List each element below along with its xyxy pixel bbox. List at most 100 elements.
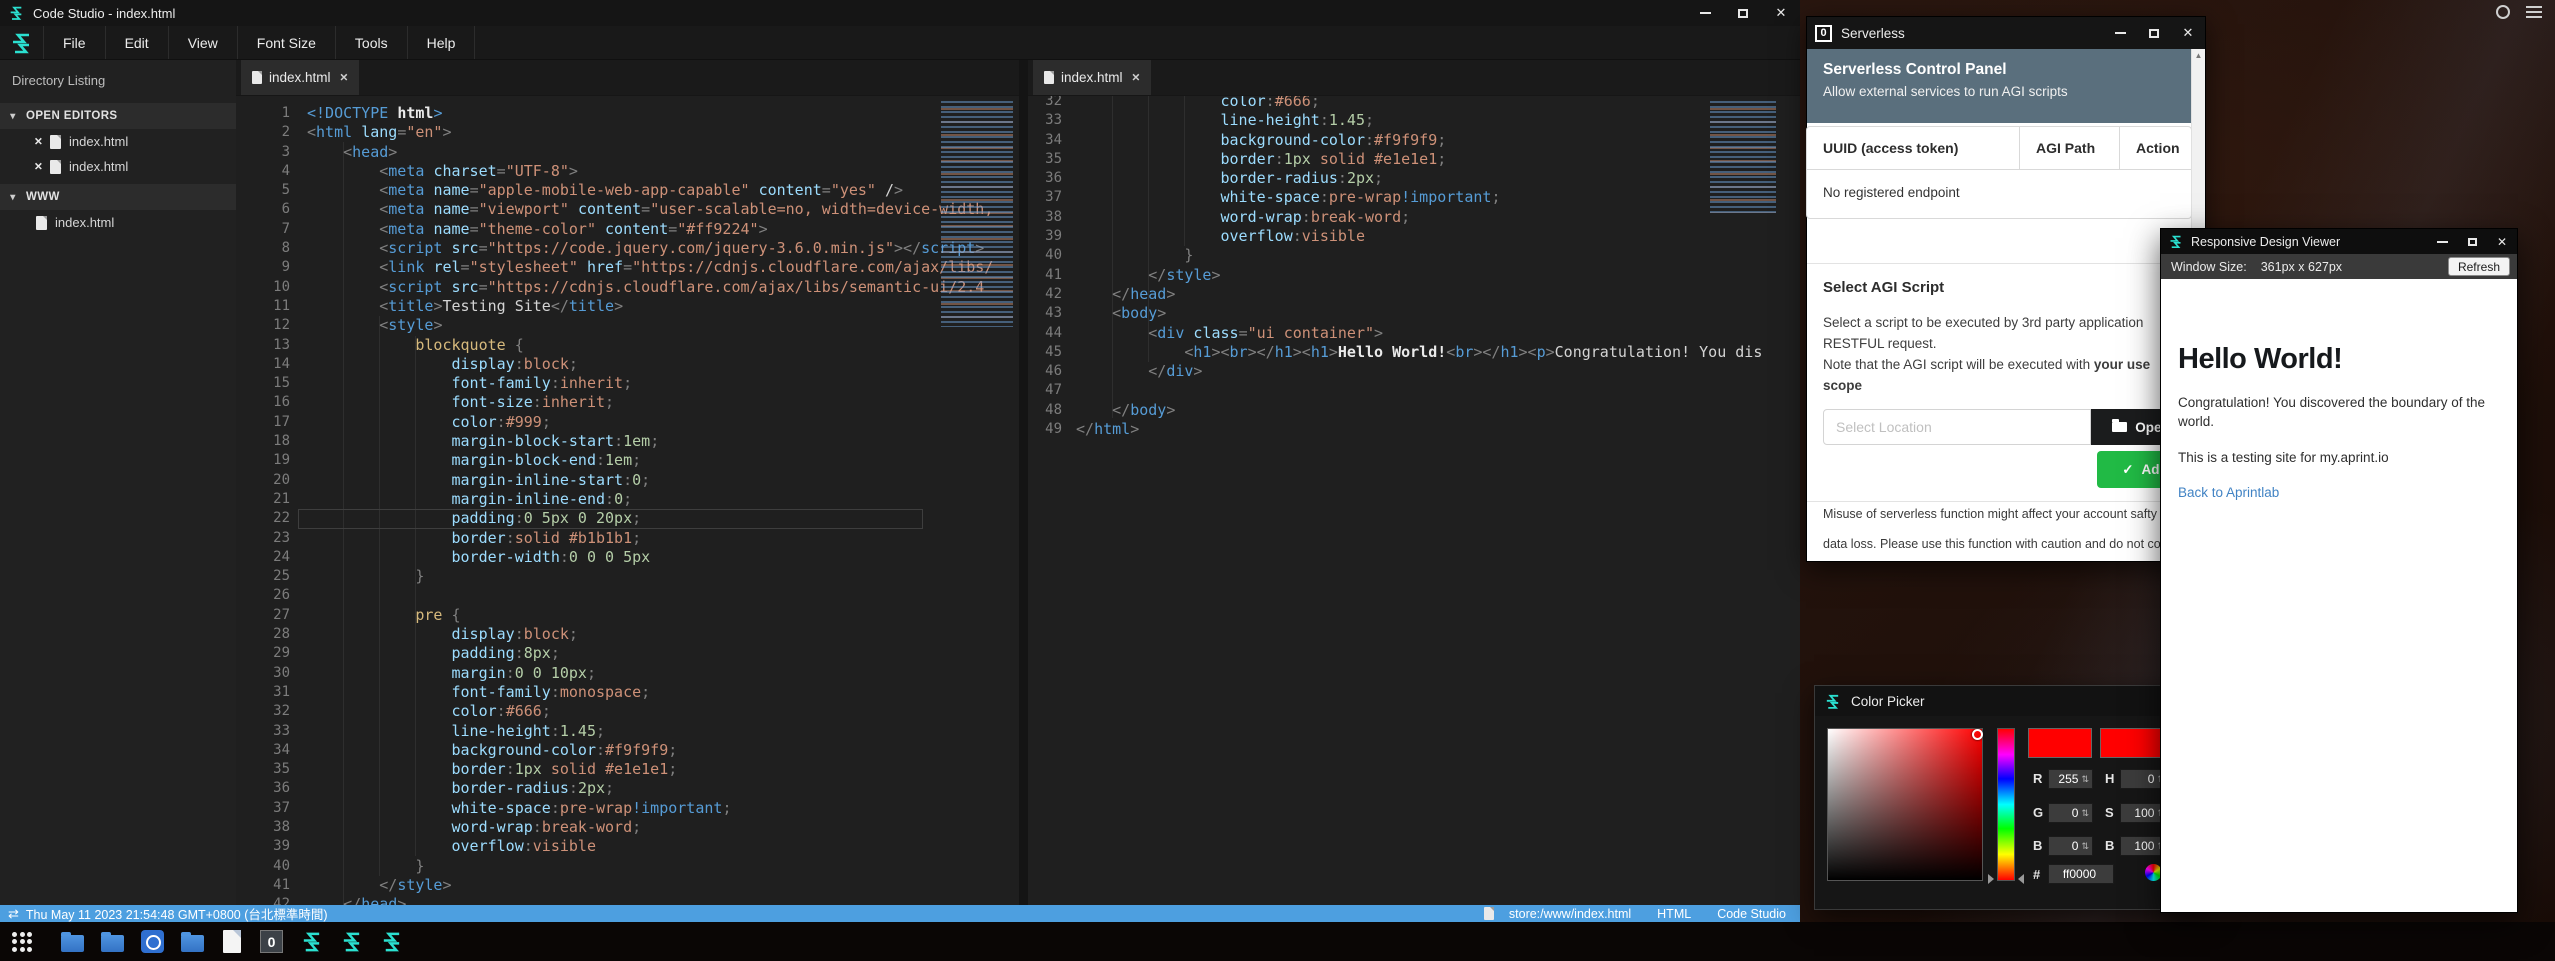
- code-line-12[interactable]: 12 <style>: [236, 316, 1019, 335]
- code-line-24[interactable]: 24 border-width:0 0 0 5px: [236, 548, 1019, 567]
- code-line-26[interactable]: 26: [236, 586, 1019, 605]
- saturation-picker[interactable]: [1827, 728, 1983, 881]
- code-line-33[interactable]: 33 line-height:1.45;: [236, 722, 1019, 741]
- code-line-25[interactable]: 25 }: [236, 567, 1019, 586]
- minimize-button[interactable]: [2103, 17, 2137, 49]
- hex-input[interactable]: ff0000: [2048, 864, 2114, 884]
- hue-slider[interactable]: [1997, 728, 2015, 881]
- code-line-49[interactable]: 49</html>: [1028, 420, 1800, 439]
- code-line-43[interactable]: 43 <body>: [1028, 304, 1800, 323]
- close-icon[interactable]: ✕: [34, 136, 50, 148]
- sidebar-item-index.html[interactable]: ✕index.html: [0, 154, 236, 179]
- code-line-40[interactable]: 40 }: [1028, 246, 1800, 265]
- code-studio-icon[interactable]: [300, 930, 323, 953]
- code-line-34[interactable]: 34 background-color:#f9f9f9;: [236, 741, 1019, 760]
- folder-icon[interactable]: [61, 935, 84, 952]
- script-location-input[interactable]: [1823, 409, 2091, 445]
- code-line-38[interactable]: 38 word-wrap:break-word;: [1028, 208, 1800, 227]
- code-line-3[interactable]: 3 <head>: [236, 143, 1019, 162]
- code-line-42[interactable]: 42 </head>: [236, 895, 1019, 905]
- code-line-6[interactable]: 6 <meta name="viewport" content="user-sc…: [236, 200, 1019, 219]
- close-icon[interactable]: ✕: [340, 72, 349, 84]
- field-input-g1[interactable]: 0⇅: [2048, 803, 2093, 823]
- menu-item-help[interactable]: Help: [407, 26, 476, 59]
- code-line-22[interactable]: 22 padding:0 5px 0 20px;: [236, 509, 1019, 528]
- code-line-41[interactable]: 41 </style>: [236, 876, 1019, 895]
- code-line-20[interactable]: 20 margin-inline-start:0;: [236, 471, 1019, 490]
- code-line-37[interactable]: 37 white-space:pre-wrap!important;: [236, 799, 1019, 818]
- status-file-path[interactable]: store:/www/index.html: [1484, 907, 1631, 921]
- folder-icon[interactable]: [181, 935, 204, 952]
- code-line-29[interactable]: 29 padding:8px;: [236, 644, 1019, 663]
- picker-cursor[interactable]: [1972, 729, 1983, 740]
- field-input-b2[interactable]: 0⇅: [2048, 836, 2093, 856]
- code-line-7[interactable]: 7 <meta name="theme-color" content="#ff9…: [236, 220, 1019, 239]
- code-line-35[interactable]: 35 border:1px solid #e1e1e1;: [236, 760, 1019, 779]
- spinner-icon[interactable]: ⇅: [2081, 808, 2089, 819]
- code-line-35[interactable]: 35 border:1px solid #e1e1e1;: [1028, 150, 1800, 169]
- tab-index-html[interactable]: index.html ✕: [241, 60, 359, 95]
- code-line-36[interactable]: 36 border-radius:2px;: [1028, 169, 1800, 188]
- code-line-36[interactable]: 36 border-radius:2px;: [236, 779, 1019, 798]
- code-line-8[interactable]: 8 <script src="https://code.jquery.com/j…: [236, 239, 1019, 258]
- status-language-mode[interactable]: HTML: [1657, 907, 1691, 921]
- code-line-1[interactable]: 1<!DOCTYPE html>: [236, 104, 1019, 123]
- hamburger-menu-icon[interactable]: [2526, 6, 2542, 18]
- code-line-27[interactable]: 27 pre {: [236, 606, 1019, 625]
- menu-item-tools[interactable]: Tools: [335, 26, 407, 59]
- code-line-40[interactable]: 40 }: [236, 857, 1019, 876]
- code-line-37[interactable]: 37 white-space:pre-wrap!important;: [1028, 188, 1800, 207]
- code-line-42[interactable]: 42 </head>: [1028, 285, 1800, 304]
- sidebar-item-index.html[interactable]: index.html: [0, 210, 236, 235]
- close-button[interactable]: ✕: [2171, 17, 2205, 49]
- close-icon[interactable]: ✕: [1132, 72, 1141, 84]
- menu-item-edit[interactable]: Edit: [105, 26, 168, 59]
- code-line-34[interactable]: 34 background-color:#f9f9f9;: [1028, 131, 1800, 150]
- code-studio-icon[interactable]: [380, 930, 403, 953]
- refresh-button[interactable]: Refresh: [2448, 257, 2510, 276]
- minimize-button[interactable]: [1686, 0, 1724, 26]
- code-line-16[interactable]: 16 font-size:inherit;: [236, 393, 1019, 412]
- code-line-5[interactable]: 5 <meta name="apple-mobile-web-app-capab…: [236, 181, 1019, 200]
- folder-icon[interactable]: [101, 935, 124, 952]
- menu-item-view[interactable]: View: [168, 26, 237, 59]
- code-line-2[interactable]: 2<html lang="en">: [236, 123, 1019, 142]
- code-line-41[interactable]: 41 </style>: [1028, 266, 1800, 285]
- document-icon[interactable]: [223, 930, 241, 953]
- code-line-44[interactable]: 44 <div class="ui container">: [1028, 324, 1800, 343]
- code-line-23[interactable]: 23 border:solid #b1b1b1;: [236, 529, 1019, 548]
- app-grid-icon[interactable]: [12, 932, 32, 952]
- restore-button[interactable]: [1724, 0, 1762, 26]
- code-line-13[interactable]: 13 blockquote {: [236, 336, 1019, 355]
- maximize-button[interactable]: [2457, 229, 2487, 254]
- code-editor[interactable]: 32 color:#666;33 line-height:1.45;34 bac…: [1028, 96, 1800, 905]
- menu-item-file[interactable]: File: [43, 26, 105, 59]
- back-link[interactable]: Back to Aprintlab: [2178, 485, 2279, 500]
- code-line-28[interactable]: 28 display:block;: [236, 625, 1019, 644]
- code-line-19[interactable]: 19 margin-block-end:1em;: [236, 451, 1019, 470]
- code-line-45[interactable]: 45 <h1><br></h1><h1>Hello World!<br></h1…: [1028, 343, 1800, 362]
- code-line-38[interactable]: 38 word-wrap:break-word;: [236, 818, 1019, 837]
- sidebar-section-open-editors[interactable]: ▾OPEN EDITORS: [0, 103, 236, 129]
- serverless-app-icon[interactable]: 0: [260, 930, 283, 953]
- code-line-4[interactable]: 4 <meta charset="UTF-8">: [236, 162, 1019, 181]
- field-input-r0[interactable]: 255⇅: [2048, 769, 2093, 789]
- minimap[interactable]: [941, 101, 1013, 327]
- code-editor[interactable]: 1<!DOCTYPE html>2<html lang="en">3 <head…: [236, 96, 1019, 905]
- media-app-icon[interactable]: [141, 930, 164, 953]
- code-line-10[interactable]: 10 <script src="https://cdnjs.cloudflare…: [236, 278, 1019, 297]
- code-line-32[interactable]: 32 color:#666;: [1028, 96, 1800, 111]
- code-line-15[interactable]: 15 font-family:inherit;: [236, 374, 1019, 393]
- maximize-button[interactable]: [2137, 17, 2171, 49]
- code-line-17[interactable]: 17 color:#999;: [236, 413, 1019, 432]
- tab-index-html[interactable]: index.html ✕: [1033, 60, 1151, 95]
- code-line-11[interactable]: 11 <title>Testing Site</title>: [236, 297, 1019, 316]
- minimize-button[interactable]: [2427, 229, 2457, 254]
- minimap[interactable]: [1710, 101, 1776, 213]
- code-line-47[interactable]: 47: [1028, 381, 1800, 400]
- code-line-30[interactable]: 30 margin:0 0 10px;: [236, 664, 1019, 683]
- sidebar-item-index.html[interactable]: ✕index.html: [0, 129, 236, 154]
- hue-marker-icon[interactable]: [1988, 874, 1994, 884]
- code-line-46[interactable]: 46 </div>: [1028, 362, 1800, 381]
- close-button[interactable]: ✕: [2487, 229, 2517, 254]
